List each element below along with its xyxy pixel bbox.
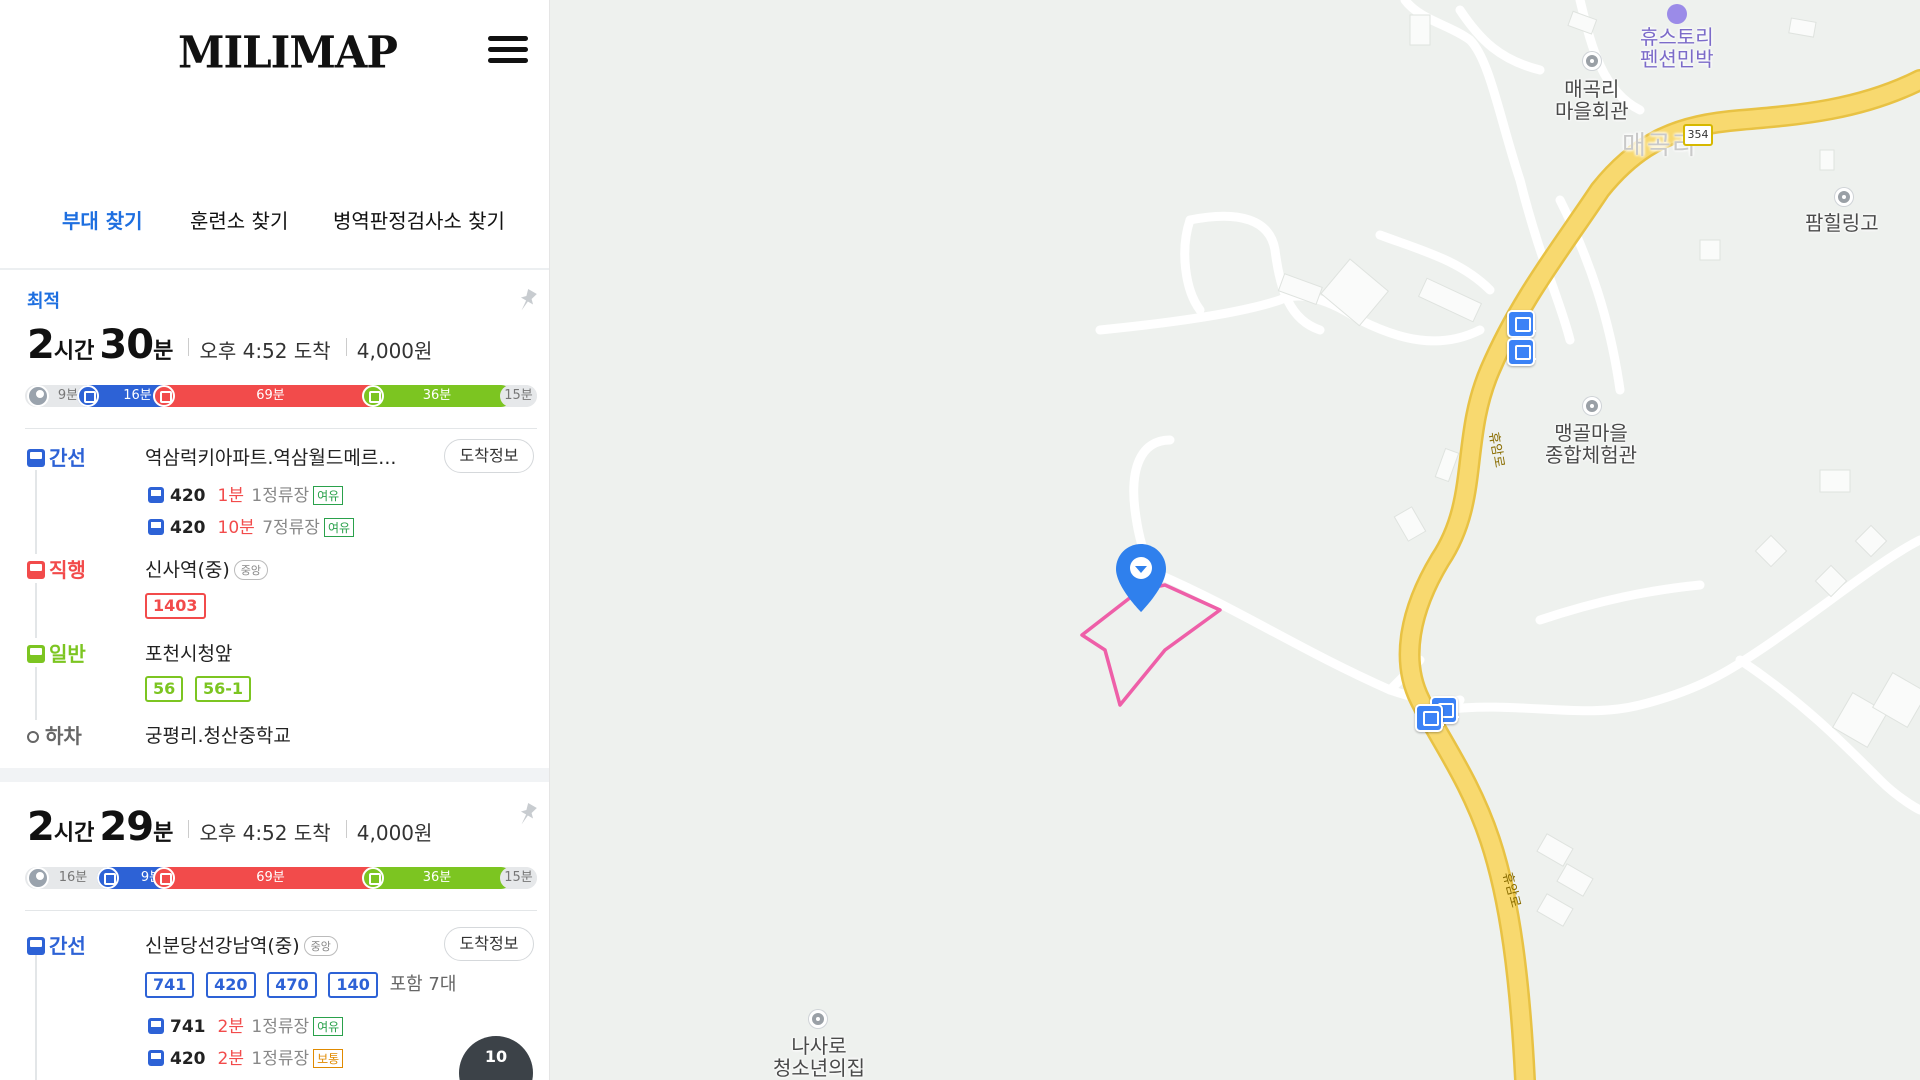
walk-icon [27, 867, 49, 889]
best-badge: 최적 [27, 291, 61, 312]
bus-icon [77, 385, 99, 407]
bus-icon [27, 449, 45, 467]
route-numbers: 741 420 470 140 포함 7대 [145, 970, 456, 998]
map-label-youth-house[interactable]: 나사로 청소년의집 [773, 1035, 865, 1079]
hamburger-menu-icon[interactable] [488, 36, 528, 66]
step-type-alight: 하차 [27, 720, 82, 749]
arrival-row: 420 10분 7정류장 여유 [148, 513, 355, 538]
bookmark-pin-icon[interactable] [516, 288, 538, 314]
tab-training-center[interactable]: 훈련소 찾기 [190, 205, 288, 234]
route-shield: 354 [1683, 124, 1713, 146]
route-duration: 2시간 30분 오후 4:52 도착 4,000원 [27, 322, 433, 368]
segment-bus-green: 36분 [362, 867, 512, 889]
station-name[interactable]: 포천시청앞 [145, 639, 232, 666]
bus-icon [362, 867, 384, 889]
bus-icon [362, 385, 384, 407]
poi-marker-pamhill[interactable] [1835, 188, 1853, 206]
bus-icon [97, 867, 119, 889]
bookmark-pin-icon[interactable] [516, 802, 538, 828]
poi-marker-experience[interactable] [1583, 397, 1601, 415]
step-type-trunk: 간선 [27, 442, 86, 471]
location-pin-icon[interactable] [1113, 542, 1169, 614]
divider [25, 910, 537, 911]
station-name[interactable]: 궁평리.청산중학교 [145, 721, 291, 748]
segment-bar: 16분 9분 69분 36분 15분 [25, 867, 537, 889]
bus-icon [148, 487, 164, 503]
route-card[interactable]: 2시간 29분 오후 4:52 도착 4,000원 16분 9분 69분 36분… [0, 782, 549, 1080]
bus-icon [148, 1018, 164, 1034]
arrival-info-button[interactable]: 도착정보 [444, 927, 534, 961]
tab-unit-search[interactable]: 부대 찾기 [62, 205, 143, 234]
arrival-row: 741 2분 1정류장 여유 [148, 1012, 344, 1037]
map-label-pension[interactable]: 휴스토리 펜션민박 [1640, 4, 1714, 70]
arrival-row: 420 1분 1정류장 여유 [148, 481, 344, 506]
bus-icon [27, 937, 45, 955]
fare: 4,000원 [356, 339, 433, 363]
alight-icon [27, 731, 39, 743]
arrival-info-button[interactable]: 도착정보 [444, 439, 534, 473]
map-label-pamhill[interactable]: 팜힐링고 [1805, 212, 1879, 234]
map-label-village-hall[interactable]: 매곡리 마을회관 [1555, 78, 1629, 122]
step-type-general: 일반 [27, 638, 86, 667]
divider [25, 428, 537, 429]
app-logo[interactable]: MILIMAP [178, 27, 398, 78]
bus-icon [27, 561, 45, 579]
route-number-badge[interactable]: 470 [267, 972, 317, 998]
station-name[interactable]: 역삼럭키아파트.역삼월드메르... [145, 443, 396, 470]
bus-icon [148, 1050, 164, 1066]
arrival-row: 420 2분 1정류장 보통 [148, 1044, 344, 1069]
route-number-badge[interactable]: 56 [145, 676, 184, 702]
bus-icon [153, 385, 175, 407]
bus-icon [153, 867, 175, 889]
side-panel: MILIMAP 부대 찾기 훈련소 찾기 병역판정검사소 찾기 최적 2시간 3… [0, 0, 550, 1080]
arrival-time: 오후 4:52 도착 [199, 339, 331, 363]
step-type-express: 직행 [27, 554, 86, 583]
route-card[interactable]: 최적 2시간 30분 오후 4:52 도착 4,000원 9분 16분 69분 … [0, 270, 549, 768]
arrival-time: 오후 4:52 도착 [199, 821, 331, 845]
step-line [35, 950, 37, 1080]
map-label-experience[interactable]: 맹골마을 종합체험관 [1545, 422, 1637, 466]
station-name[interactable]: 신사역(중) 중앙 [145, 555, 268, 582]
tab-exam-center[interactable]: 병역판정검사소 찾기 [333, 205, 505, 234]
segment-bus-red: 69분 [153, 867, 388, 889]
bus-icon [27, 645, 45, 663]
bus-stop-icon[interactable] [1507, 338, 1536, 366]
route-number-badge[interactable]: 1403 [145, 593, 206, 619]
station-name[interactable]: 신분당선강남역(중) 중앙 [145, 931, 338, 958]
tab-bar: 부대 찾기 훈련소 찾기 병역판정검사소 찾기 [0, 205, 549, 241]
route-numbers: 1403 [145, 593, 212, 619]
segment-bus-green: 36분 [362, 385, 512, 407]
poi-marker-youth-house[interactable] [809, 1010, 827, 1028]
bus-stop-icon[interactable] [1415, 704, 1444, 732]
bus-icon [148, 519, 164, 535]
bus-stop-icon[interactable] [1507, 310, 1536, 338]
segment-bus-red: 69분 [153, 385, 388, 407]
route-number-badge[interactable]: 56-1 [195, 676, 252, 702]
step-type-trunk: 간선 [27, 930, 86, 959]
segment-walk: 16분 [53, 867, 93, 889]
route-number-badge[interactable]: 140 [328, 972, 378, 998]
segment-walk-end: 15분 [500, 385, 537, 407]
poi-marker-village-hall[interactable] [1583, 52, 1601, 70]
route-number-badge[interactable]: 741 [145, 972, 195, 998]
segment-walk-end: 15분 [500, 867, 537, 889]
segment-bar: 9분 16분 69분 36분 15분 [25, 385, 537, 407]
route-numbers: 56 56-1 [145, 676, 257, 702]
walk-icon [27, 385, 49, 407]
step-line [35, 470, 37, 740]
fare: 4,000원 [356, 821, 433, 845]
card-separator [0, 768, 549, 782]
routes-more: 포함 7대 [389, 974, 457, 995]
route-duration: 2시간 29분 오후 4:52 도착 4,000원 [27, 804, 433, 850]
route-number-badge[interactable]: 420 [206, 972, 256, 998]
